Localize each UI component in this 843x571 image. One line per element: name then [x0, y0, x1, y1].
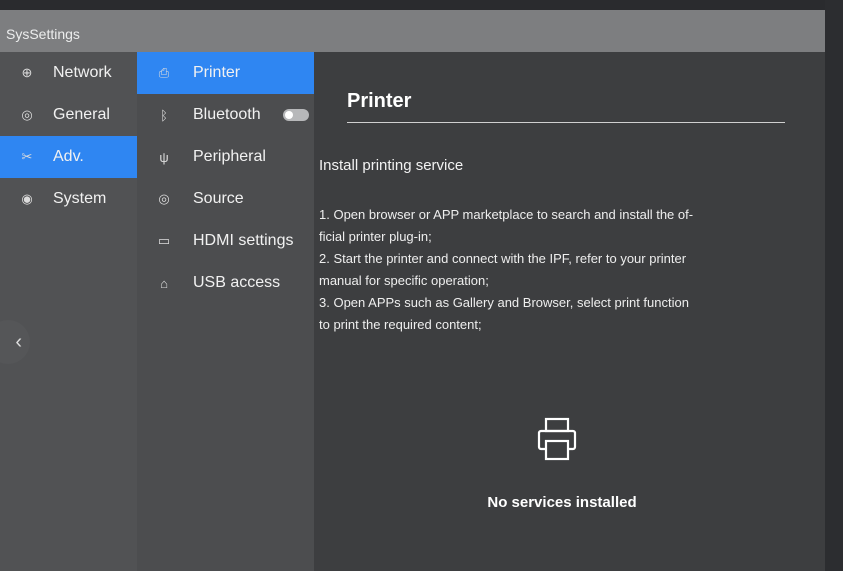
submenu-item-hdmi[interactable]: ▭ HDMI settings [137, 220, 314, 262]
bluetooth-toggle[interactable] [283, 109, 309, 121]
screen-bezel-right [825, 0, 843, 571]
printer-icon [537, 417, 577, 461]
system-icon: ◉ [21, 191, 33, 206]
instructions: 1. Open browser or APP marketplace to se… [319, 204, 787, 336]
submenu-item-label: Peripheral [193, 148, 266, 165]
instruction-line: 2. Start the printer and connect with th… [319, 251, 687, 266]
sidebar-item-label: System [53, 190, 107, 207]
instruction-line: to print the required content; [319, 317, 482, 332]
submenu-item-peripheral[interactable]: ψ Peripheral [137, 136, 314, 178]
submenu-item-usb-access[interactable]: ⌂ USB access [137, 262, 314, 304]
app-title: SysSettings [6, 26, 80, 42]
back-button[interactable]: ‹ [0, 320, 30, 364]
submenu-item-source[interactable]: ◎ Source [137, 178, 314, 220]
submenu-item-label: USB access [193, 274, 281, 291]
screen: SysSettings ⊕ Network ◎ General ✂ Adv. ◉… [0, 10, 825, 571]
hdmi-icon: ▭ [157, 233, 171, 248]
page-title: Printer [347, 90, 412, 112]
sidebar-item-general[interactable]: ◎ General [0, 94, 137, 136]
palette-icon: ◎ [21, 107, 33, 122]
submenu-item-label: Source [193, 190, 244, 207]
submenu-item-label: Printer [193, 64, 241, 81]
sidebar: ⊕ Network ◎ General ✂ Adv. ◉ System ‹ [0, 52, 137, 571]
usb-lock-icon: ⌂ [160, 275, 168, 291]
sidebar-item-network[interactable]: ⊕ Network [0, 52, 137, 94]
bluetooth-icon: ᛒ [160, 107, 168, 123]
globe-icon: ⊕ [21, 65, 33, 80]
content-panel: Printer Install printing service 1. Open… [314, 52, 825, 571]
submenu-item-label: HDMI settings [193, 232, 294, 249]
sidebar-item-label: General [53, 106, 110, 123]
sidebar-item-system[interactable]: ◉ System [0, 178, 137, 220]
source-icon: ◎ [158, 191, 170, 206]
instruction-line: 3. Open APPs such as Gallery and Browser… [319, 295, 689, 310]
title-divider [347, 122, 785, 123]
sidebar-item-adv[interactable]: ✂ Adv. [0, 136, 137, 178]
tools-icon: ✂ [21, 149, 33, 164]
submenu-item-label: Bluetooth [193, 106, 261, 123]
title-bar: SysSettings [0, 10, 825, 52]
sidebar-item-label: Adv. [53, 148, 84, 165]
submenu-item-bluetooth[interactable]: ᛒ Bluetooth [137, 94, 314, 136]
chevron-left-icon: ‹ [15, 330, 22, 353]
submenu-item-printer[interactable]: ⎙ Printer [137, 52, 314, 94]
empty-state-text: No services installed [487, 494, 637, 511]
printer-icon: ⎙ [158, 65, 170, 80]
submenu: ⎙ Printer ᛒ Bluetooth ψ Peripheral ◎ Sou… [137, 52, 314, 571]
instruction-line: ficial printer plug-in; [319, 229, 432, 244]
instruction-line: manual for specific operation; [319, 273, 489, 288]
instruction-line: 1. Open browser or APP marketplace to se… [319, 207, 694, 222]
sidebar-item-label: Network [53, 64, 112, 81]
usb-icon: ψ [159, 149, 169, 165]
section-heading: Install printing service [319, 157, 464, 174]
screen-bezel-top [0, 0, 843, 10]
